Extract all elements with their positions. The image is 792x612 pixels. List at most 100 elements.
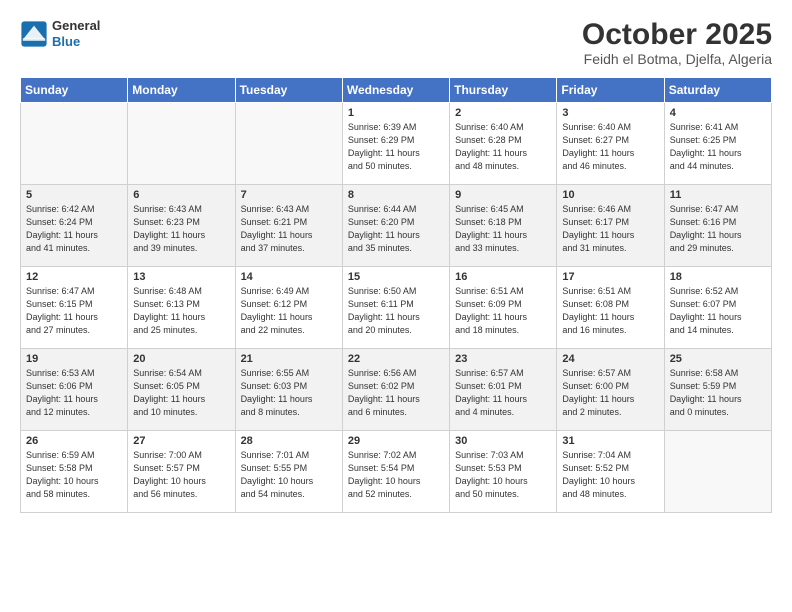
calendar-cell: 6 Sunrise: 6:43 AM Sunset: 6:23 PM Daylig…	[128, 185, 235, 267]
calendar-cell: 10 Sunrise: 6:46 AM Sunset: 6:17 PM Dayli…	[557, 185, 664, 267]
day-info: Sunrise: 6:59 AM Sunset: 5:58 PM Dayligh…	[26, 449, 122, 501]
day-number: 29	[348, 435, 444, 447]
day-number: 5	[26, 189, 122, 201]
day-info: Sunrise: 6:47 AM Sunset: 6:16 PM Dayligh…	[670, 203, 766, 255]
day-number: 18	[670, 271, 766, 283]
calendar-cell: 13 Sunrise: 6:48 AM Sunset: 6:13 PM Dayli…	[128, 267, 235, 349]
day-number: 21	[241, 353, 337, 365]
day-info: Sunrise: 6:56 AM Sunset: 6:02 PM Dayligh…	[348, 367, 444, 419]
day-number: 26	[26, 435, 122, 447]
calendar-cell: 1Sunrise: 6:39 AM Sunset: 6:29 PM Daylig…	[342, 103, 449, 185]
day-info: Sunrise: 7:01 AM Sunset: 5:55 PM Dayligh…	[241, 449, 337, 501]
day-info: Sunrise: 7:00 AM Sunset: 5:57 PM Dayligh…	[133, 449, 229, 501]
day-info: Sunrise: 6:49 AM Sunset: 6:12 PM Dayligh…	[241, 285, 337, 337]
day-number: 6	[133, 189, 229, 201]
day-number: 28	[241, 435, 337, 447]
calendar-cell: 11 Sunrise: 6:47 AM Sunset: 6:16 PM Dayli…	[664, 185, 771, 267]
calendar-cell: 22 Sunrise: 6:56 AM Sunset: 6:02 PM Dayli…	[342, 349, 449, 431]
day-number: 3	[562, 107, 658, 119]
calendar-cell: 2 Sunrise: 6:40 AM Sunset: 6:28 PM Daylig…	[450, 103, 557, 185]
day-number: 8	[348, 189, 444, 201]
day-info: Sunrise: 6:46 AM Sunset: 6:17 PM Dayligh…	[562, 203, 658, 255]
day-info: Sunrise: 6:54 AM Sunset: 6:05 PM Dayligh…	[133, 367, 229, 419]
calendar-cell: 24 Sunrise: 6:57 AM Sunset: 6:00 PM Dayli…	[557, 349, 664, 431]
calendar-week-0: 1Sunrise: 6:39 AM Sunset: 6:29 PM Daylig…	[21, 103, 772, 185]
calendar-cell: 17 Sunrise: 6:51 AM Sunset: 6:08 PM Dayli…	[557, 267, 664, 349]
day-info: Sunrise: 6:41 AM Sunset: 6:25 PM Dayligh…	[670, 121, 766, 173]
calendar-cell	[235, 103, 342, 185]
day-number: 4	[670, 107, 766, 119]
calendar-table: Sunday Monday Tuesday Wednesday Thursday…	[20, 77, 772, 513]
calendar-cell: 8 Sunrise: 6:44 AM Sunset: 6:20 PM Daylig…	[342, 185, 449, 267]
day-number: 17	[562, 271, 658, 283]
calendar-cell: 12 Sunrise: 6:47 AM Sunset: 6:15 PM Dayli…	[21, 267, 128, 349]
day-info: Sunrise: 6:40 AM Sunset: 6:28 PM Dayligh…	[455, 121, 551, 173]
day-number: 10	[562, 189, 658, 201]
day-number: 22	[348, 353, 444, 365]
day-info: Sunrise: 6:47 AM Sunset: 6:15 PM Dayligh…	[26, 285, 122, 337]
calendar-cell: 5 Sunrise: 6:42 AM Sunset: 6:24 PM Daylig…	[21, 185, 128, 267]
calendar-title: October 2025	[582, 18, 772, 51]
day-info: Sunrise: 6:45 AM Sunset: 6:18 PM Dayligh…	[455, 203, 551, 255]
header: General Blue October 2025 Feidh el Botma…	[20, 18, 772, 67]
calendar-cell: 3Sunrise: 6:40 AM Sunset: 6:27 PM Daylig…	[557, 103, 664, 185]
calendar-cell: 29 Sunrise: 7:02 AM Sunset: 5:54 PM Dayli…	[342, 431, 449, 513]
day-number: 19	[26, 353, 122, 365]
day-number: 20	[133, 353, 229, 365]
day-number: 31	[562, 435, 658, 447]
calendar-cell: 21 Sunrise: 6:55 AM Sunset: 6:03 PM Dayli…	[235, 349, 342, 431]
logo-text: General Blue	[52, 18, 100, 49]
calendar-cell: 23Sunrise: 6:57 AM Sunset: 6:01 PM Dayli…	[450, 349, 557, 431]
day-number: 2	[455, 107, 551, 119]
day-number: 9	[455, 189, 551, 201]
calendar-cell: 4 Sunrise: 6:41 AM Sunset: 6:25 PM Daylig…	[664, 103, 771, 185]
header-friday: Friday	[557, 78, 664, 103]
day-number: 30	[455, 435, 551, 447]
calendar-cell: 16Sunrise: 6:51 AM Sunset: 6:09 PM Dayli…	[450, 267, 557, 349]
calendar-subtitle: Feidh el Botma, Djelfa, Algeria	[582, 51, 772, 67]
calendar-cell: 18 Sunrise: 6:52 AM Sunset: 6:07 PM Dayli…	[664, 267, 771, 349]
day-info: Sunrise: 6:51 AM Sunset: 6:08 PM Dayligh…	[562, 285, 658, 337]
calendar-cell: 26 Sunrise: 6:59 AM Sunset: 5:58 PM Dayli…	[21, 431, 128, 513]
day-info: Sunrise: 6:48 AM Sunset: 6:13 PM Dayligh…	[133, 285, 229, 337]
calendar-cell: 7Sunrise: 6:43 AM Sunset: 6:21 PM Daylig…	[235, 185, 342, 267]
logo-blue: Blue	[52, 34, 100, 50]
day-number: 24	[562, 353, 658, 365]
calendar-cell	[664, 431, 771, 513]
calendar-week-2: 12 Sunrise: 6:47 AM Sunset: 6:15 PM Dayli…	[21, 267, 772, 349]
day-info: Sunrise: 6:55 AM Sunset: 6:03 PM Dayligh…	[241, 367, 337, 419]
page: General Blue October 2025 Feidh el Botma…	[0, 0, 792, 612]
calendar-week-1: 5 Sunrise: 6:42 AM Sunset: 6:24 PM Daylig…	[21, 185, 772, 267]
calendar-cell: 20 Sunrise: 6:54 AM Sunset: 6:05 PM Dayli…	[128, 349, 235, 431]
day-info: Sunrise: 7:03 AM Sunset: 5:53 PM Dayligh…	[455, 449, 551, 501]
day-info: Sunrise: 6:58 AM Sunset: 5:59 PM Dayligh…	[670, 367, 766, 419]
day-number: 12	[26, 271, 122, 283]
day-number: 27	[133, 435, 229, 447]
day-info: Sunrise: 6:53 AM Sunset: 6:06 PM Dayligh…	[26, 367, 122, 419]
day-info: Sunrise: 6:50 AM Sunset: 6:11 PM Dayligh…	[348, 285, 444, 337]
calendar-cell: 14Sunrise: 6:49 AM Sunset: 6:12 PM Dayli…	[235, 267, 342, 349]
day-info: Sunrise: 6:44 AM Sunset: 6:20 PM Dayligh…	[348, 203, 444, 255]
logo-icon	[20, 20, 48, 48]
calendar-cell	[21, 103, 128, 185]
day-info: Sunrise: 6:52 AM Sunset: 6:07 PM Dayligh…	[670, 285, 766, 337]
calendar-cell: 25Sunrise: 6:58 AM Sunset: 5:59 PM Dayli…	[664, 349, 771, 431]
day-number: 16	[455, 271, 551, 283]
day-number: 23	[455, 353, 551, 365]
logo: General Blue	[20, 18, 100, 49]
logo-general: General	[52, 18, 100, 34]
day-info: Sunrise: 6:43 AM Sunset: 6:23 PM Dayligh…	[133, 203, 229, 255]
calendar-week-4: 26 Sunrise: 6:59 AM Sunset: 5:58 PM Dayli…	[21, 431, 772, 513]
day-info: Sunrise: 6:42 AM Sunset: 6:24 PM Dayligh…	[26, 203, 122, 255]
calendar-cell: 9 Sunrise: 6:45 AM Sunset: 6:18 PM Daylig…	[450, 185, 557, 267]
day-info: Sunrise: 7:04 AM Sunset: 5:52 PM Dayligh…	[562, 449, 658, 501]
header-monday: Monday	[128, 78, 235, 103]
calendar-cell: 28 Sunrise: 7:01 AM Sunset: 5:55 PM Dayli…	[235, 431, 342, 513]
day-info: Sunrise: 6:57 AM Sunset: 6:00 PM Dayligh…	[562, 367, 658, 419]
calendar-cell	[128, 103, 235, 185]
day-info: Sunrise: 7:02 AM Sunset: 5:54 PM Dayligh…	[348, 449, 444, 501]
day-number: 13	[133, 271, 229, 283]
title-block: October 2025 Feidh el Botma, Djelfa, Alg…	[582, 18, 772, 67]
calendar-cell: 15Sunrise: 6:50 AM Sunset: 6:11 PM Dayli…	[342, 267, 449, 349]
day-number: 11	[670, 189, 766, 201]
